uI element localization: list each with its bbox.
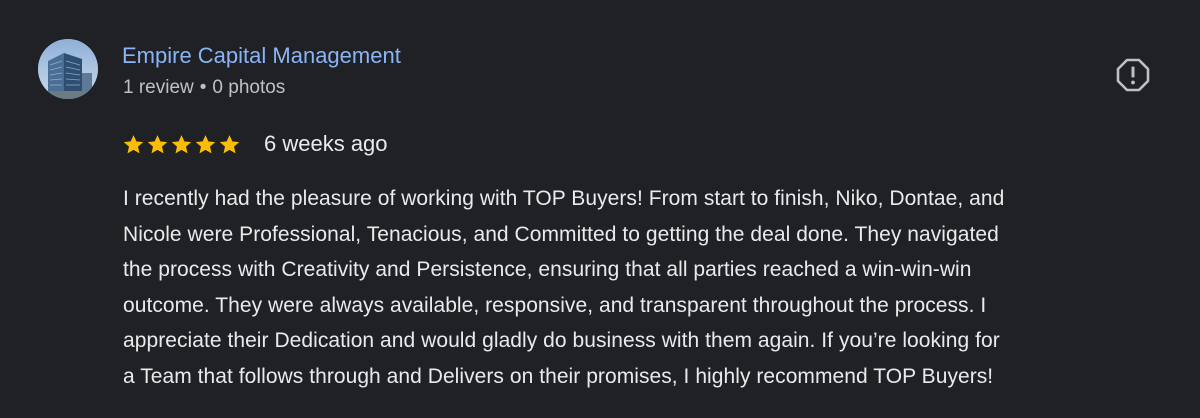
review-text-line: a Team that follows through and Delivers…	[123, 364, 994, 388]
review-count: 1 review	[123, 77, 194, 98]
review-text-line: outcome. They were always available, res…	[123, 293, 987, 317]
star-icon	[170, 133, 193, 156]
rating-row: 6 weeks ago	[122, 130, 388, 158]
star-rating	[122, 133, 241, 156]
author-name-link[interactable]: Empire Capital Management	[122, 42, 401, 70]
avatar[interactable]	[38, 39, 98, 99]
star-icon	[218, 133, 241, 156]
star-icon	[146, 133, 169, 156]
star-icon	[122, 133, 145, 156]
star-icon	[194, 133, 217, 156]
report-flag-icon	[1116, 58, 1150, 92]
report-review-button[interactable]	[1114, 56, 1152, 94]
building-photo-icon	[38, 39, 98, 99]
review-date: 6 weeks ago	[264, 131, 388, 156]
review-text-line: Nicole were Professional, Tenacious, and…	[123, 222, 999, 246]
review-text-line: the process with Creativity and Persiste…	[123, 258, 972, 281]
review-text: I recently had the pleasure of working w…	[123, 181, 1183, 394]
author-stats: 1 review • 0 photos	[123, 76, 285, 100]
meta-separator: •	[199, 77, 207, 98]
review-text-line: appreciate their Dedication and would gl…	[123, 329, 1000, 352]
review-card: Empire Capital Management 1 review • 0 pho…	[0, 0, 1200, 418]
review-text-line: I recently had the pleasure of working w…	[123, 187, 1005, 210]
photo-count: 0 photos	[212, 77, 286, 98]
